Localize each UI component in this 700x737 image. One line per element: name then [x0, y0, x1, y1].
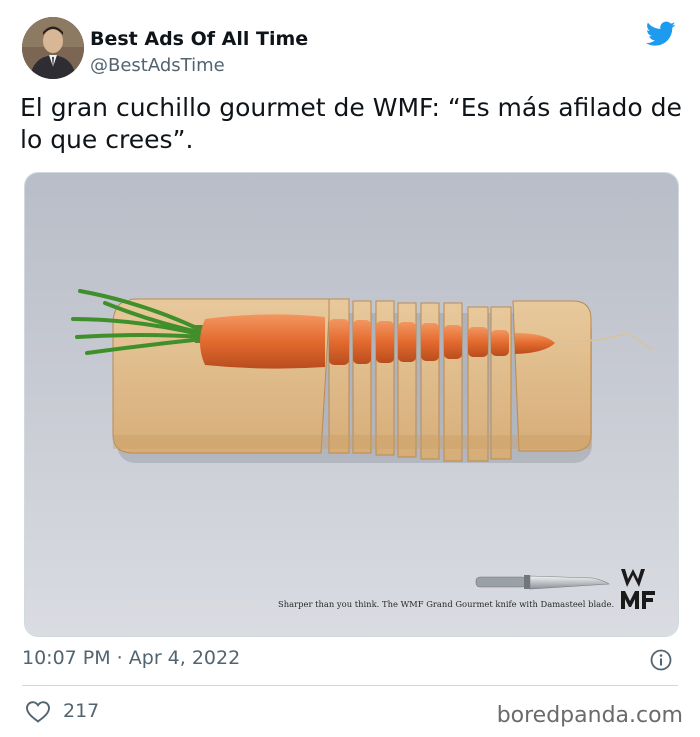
tweet-header: Best Ads Of All Time @BestAdsTime: [22, 17, 682, 79]
wmf-logo: [621, 569, 655, 609]
info-icon[interactable]: [649, 648, 673, 672]
tweet-media[interactable]: Sharper than you think. The WMF Grand Go…: [24, 172, 679, 637]
avatar[interactable]: [22, 17, 84, 79]
like-count: 217: [63, 700, 100, 722]
ad-caption: Sharper than you think. The WMF Grand Go…: [278, 599, 615, 609]
heart-icon[interactable]: [25, 700, 51, 724]
twitter-bird-icon[interactable]: [646, 21, 676, 47]
author-name[interactable]: Best Ads Of All Time: [90, 28, 308, 50]
tweet-text: El gran cuchillo gourmet de WMF: “Es más…: [20, 93, 682, 154]
author-handle[interactable]: @BestAdsTime: [90, 55, 225, 76]
watermark: boredpanda.com: [496, 703, 683, 728]
ad-image: [25, 173, 678, 636]
divider: [22, 685, 678, 686]
tweet-timestamp[interactable]: 10:07 PM · Apr 4, 2022: [22, 647, 240, 669]
